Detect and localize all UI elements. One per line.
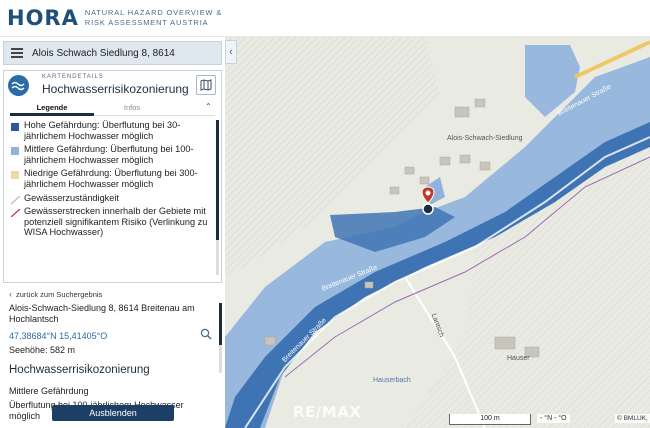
building [364,281,374,289]
scrollbar-thumb[interactable] [219,303,222,345]
scrollbar-thumb[interactable] [216,120,219,240]
building [474,98,486,108]
legend-line-swatch [11,195,20,204]
app-root: HORA Natural Hazard Overview & Risk Asse… [0,0,650,428]
legend-swatch [11,171,19,180]
tagline-line-1: Natural Hazard Overview & [84,8,223,17]
map-toggle-button[interactable] [196,75,216,95]
building [389,186,400,195]
coordinates-link[interactable]: 47,38684°N 15,41405°O [9,331,107,341]
map-attribution[interactable]: © BMLUK, [615,414,650,423]
menu-icon[interactable] [4,42,30,64]
map-label-stream: Hauserbach [373,377,411,384]
map-label-village: Alois-Schwach-Siedlung [447,135,523,142]
flood-wave-icon [8,75,29,96]
address-text: Alois-Schwach-Siedlung 8, 8614 Breitenau… [9,303,195,324]
legend-line-swatch [11,209,20,218]
legend-label: Niedrige Gefährdung: Überflutung bei 300… [24,168,198,189]
back-to-results-link[interactable]: ‹ zurück zum Suchergebnis [9,289,102,299]
tagline-line-2: Risk Assessment Austria [84,18,209,27]
building [479,161,491,171]
back-label: zurück zum Suchergebnis [16,290,103,299]
legend-item-medium: Mittlere Gefährdung: Überflutung bei 100… [10,144,210,165]
card-header: KARTENDETAILS Hochwasserrisikozonierung [4,71,221,101]
legend-item-jurisdiction: Gewässerzuständigkeit [10,193,210,204]
collapse-panel-button[interactable]: ‹ [225,40,237,64]
result-level: Mittlere Gefährdung [9,386,89,396]
tab-legende[interactable]: Legende [10,102,94,116]
legend-swatch [11,147,19,156]
map-icon [200,79,212,91]
legend-item-high: Hohe Gefährdung: Überflutung bei 30-jähr… [10,120,210,141]
logo-tagline: Natural Hazard Overview & Risk Assessmen… [85,8,222,28]
legend-label: Gewässerzuständigkeit [24,192,119,203]
building [404,166,415,175]
map-details-card: KARTENDETAILS Hochwasserrisikozonierung … [3,70,222,283]
legend-item-risk-stretches[interactable]: Gewässerstrecken innerhalb der Gebiete m… [10,206,210,238]
card-title: Hochwasserrisikozonierung [42,82,189,96]
building [419,176,430,185]
app-header: HORA Natural Hazard Overview & Risk Asse… [0,0,650,37]
info-scrollbar[interactable] [219,303,222,373]
building [494,336,516,350]
card-tabs: Legende Infos ⌃ [10,102,215,116]
location-info: ‹ zurück zum Suchergebnis Alois-Schwach-S… [3,285,222,387]
search-input[interactable]: Alois Schwach Siedlung 8, 8614 [32,48,175,59]
hide-button[interactable]: Ausblenden [52,405,174,421]
search-icon[interactable] [200,328,212,340]
legend-item-low: Niedrige Gefährdung: Überflutung bei 300… [10,168,210,189]
section-title: Hochwasserrisikozonierung [9,364,150,376]
map-label-hauser: Hauser [507,355,530,362]
position-dot [422,203,434,215]
map-view[interactable]: Alois-Schwach-Siedlung Breitenauer Straß… [225,37,650,428]
legend-list: Hohe Gefährdung: Überflutung bei 30-jähr… [10,120,210,241]
tab-infos[interactable]: Infos [94,102,170,116]
scale-bar: 100 m [449,414,531,425]
remax-watermark: RE/MAX [293,403,362,421]
legend-scrollbar[interactable] [216,120,219,275]
card-kicker: KARTENDETAILS [42,74,104,80]
chevron-left-icon: ‹ [229,46,233,58]
chevron-up-icon[interactable]: ⌃ [205,102,212,111]
pin-center [425,190,431,196]
building [454,106,470,118]
side-panel: Alois Schwach Siedlung 8, 8614 KARTENDET… [0,37,225,428]
legend-swatch [11,123,19,131]
building [459,154,471,164]
hora-logo[interactable]: HORA [7,7,79,29]
legend-label: Hohe Gefährdung: Überflutung bei 30-jähr… [24,120,181,141]
building [439,156,451,166]
legend-label: Mittlere Gefährdung: Überflutung bei 100… [24,144,194,165]
building [264,336,276,346]
search-bar[interactable]: Alois Schwach Siedlung 8, 8614 [3,41,222,65]
coordinate-readout: - °N - °O [537,414,570,423]
chevron-left-icon: ‹ [9,289,12,299]
legend-label: Gewässerstrecken innerhalb der Gebiete m… [24,206,208,238]
elevation-text: Seehöhe: 582 m [9,345,76,355]
